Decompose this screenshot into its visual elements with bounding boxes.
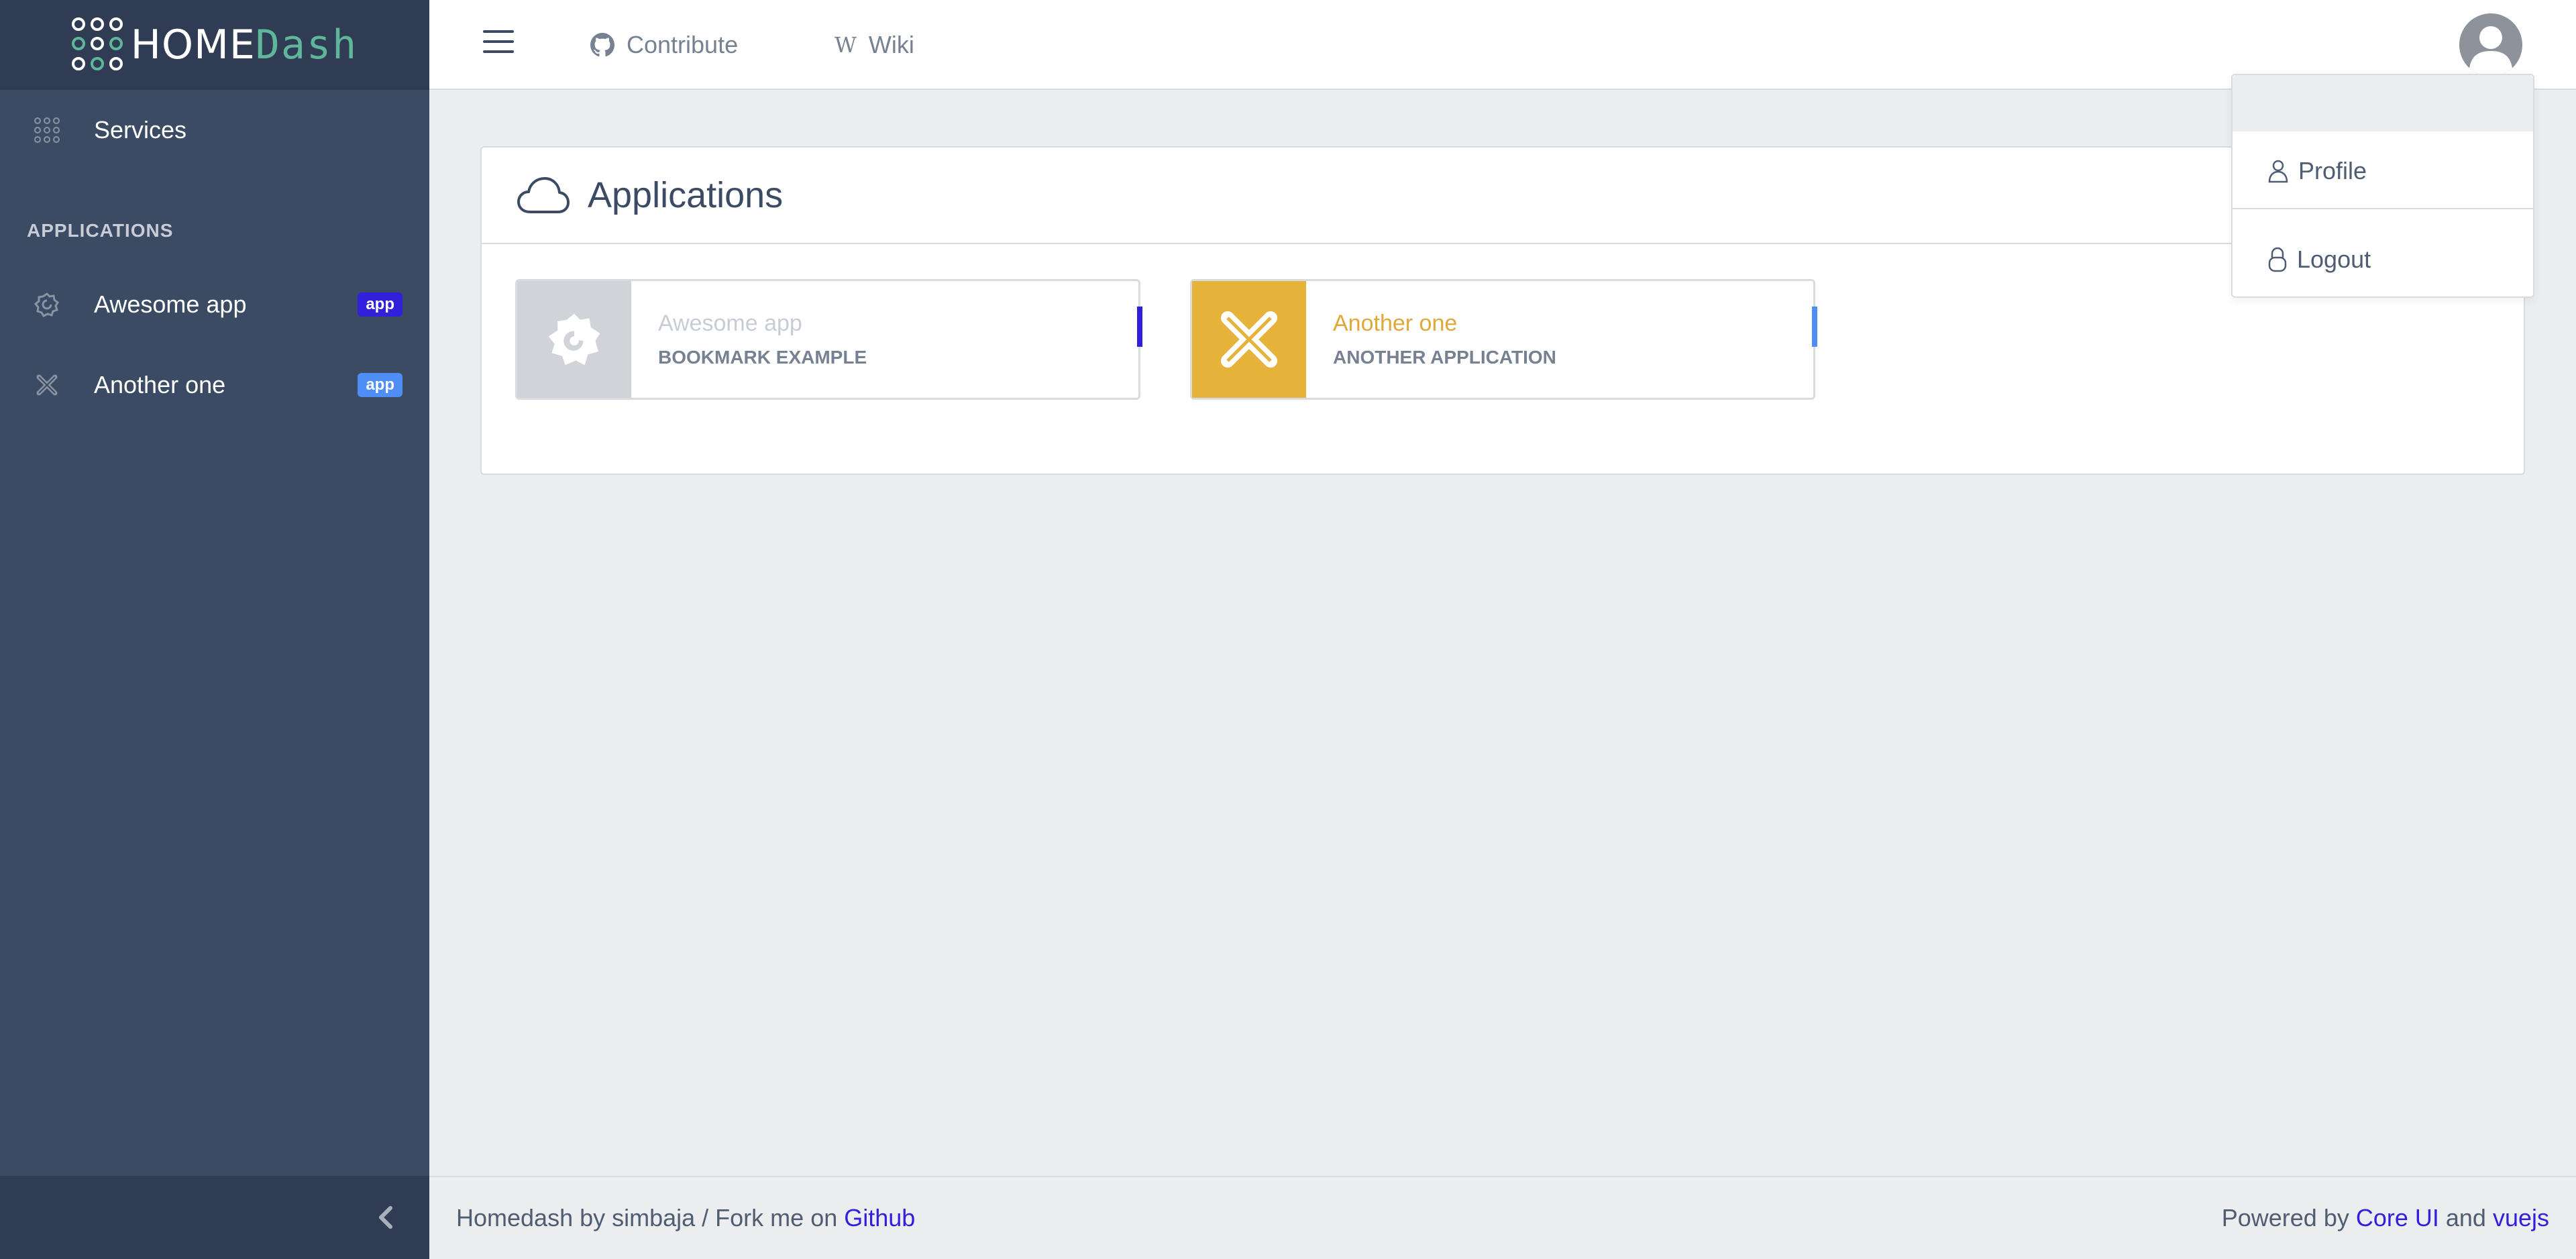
nav-contribute[interactable]: Contribute <box>590 0 738 90</box>
grafana-icon <box>548 313 600 366</box>
nav-wiki-label: Wiki <box>868 31 914 58</box>
app-status-marker <box>1812 307 1817 347</box>
dropdown-item-logout[interactable]: Logout <box>2233 223 2533 296</box>
app-badge: app <box>358 373 402 397</box>
nav-contribute-label: Contribute <box>627 31 739 58</box>
app-subtitle: ANOTHER APPLICATION <box>1333 347 1556 368</box>
dropdown-item-label: Logout <box>2297 245 2371 273</box>
footer-credit: Homedash by simbaja / Fork me on <box>456 1204 845 1231</box>
dropdown-divider <box>2233 208 2533 209</box>
dropdown-item-profile[interactable]: Profile <box>2233 134 2533 208</box>
brand-logo: HOME Dash <box>71 17 358 72</box>
sidebar-collapse-button[interactable] <box>369 1201 402 1234</box>
dropdown-item-label: Profile <box>2298 157 2367 184</box>
grafana-icon <box>34 292 59 317</box>
card-header: Applications <box>482 148 2524 244</box>
sidebar-item-awesome-app[interactable]: Awesome app app <box>0 271 429 338</box>
powered-by-text: Powered by <box>2221 1204 2356 1231</box>
vuejs-link[interactable]: vuejs <box>2493 1204 2549 1231</box>
sidebar: HOME Dash Services APPLICATIONS Awesome … <box>0 0 429 1259</box>
app-thumbnail <box>1192 281 1306 398</box>
sidebar-item-another-one[interactable]: Another one app <box>0 351 429 419</box>
brand[interactable]: HOME Dash <box>0 0 429 90</box>
footer-left: Homedash by simbaja / Fork me on Github <box>456 1204 915 1232</box>
footer-right: Powered by Core UI and vuejs <box>2222 1204 2549 1232</box>
brand-dots-icon <box>71 17 127 72</box>
app-subtitle: BOOKMARK EXAMPLE <box>658 347 867 368</box>
chevron-left-icon <box>379 1206 392 1229</box>
app-tile-awesome-app[interactable]: Awesome app BOOKMARK EXAMPLE <box>515 279 1142 400</box>
sidebar-item-services[interactable]: Services <box>0 97 429 164</box>
proxmox-icon <box>1221 311 1277 368</box>
user-dropdown-menu: Profile Logout <box>2231 74 2534 298</box>
app-status-marker <box>1137 307 1142 347</box>
app-name: Awesome app <box>658 311 802 336</box>
cloud-icon <box>517 177 570 213</box>
nav-wiki[interactable]: W Wiki <box>835 0 914 90</box>
app-badge: app <box>358 292 402 317</box>
github-icon <box>590 33 614 57</box>
sidebar-footer <box>0 1176 429 1259</box>
wikipedia-icon: W <box>835 32 857 58</box>
hamburger-icon[interactable] <box>483 30 514 57</box>
brand-home: HOME <box>130 21 256 68</box>
user-avatar-icon[interactable] <box>2459 13 2522 76</box>
grid-dots-icon <box>34 117 60 143</box>
card-title: Applications <box>588 175 784 215</box>
app-name: Another one <box>1333 311 1458 336</box>
sidebar-section-title: APPLICATIONS <box>27 220 174 241</box>
proxmox-icon <box>36 374 58 396</box>
sidebar-item-label: Another one <box>94 371 226 398</box>
github-link[interactable]: Github <box>844 1204 915 1231</box>
coreui-link[interactable]: Core UI <box>2356 1204 2439 1231</box>
lock-icon <box>2267 247 2288 272</box>
sidebar-item-label: Services <box>94 116 187 144</box>
applications-card: Applications Awesome app BOOKMARK EXAMPL… <box>480 146 2525 475</box>
and-text: and <box>2438 1204 2493 1231</box>
user-icon <box>2267 159 2289 183</box>
footer: Homedash by simbaja / Fork me on Github … <box>429 1176 2576 1259</box>
app-tile-another-one[interactable]: Another one ANOTHER APPLICATION <box>1190 279 1817 400</box>
app-thumbnail <box>517 281 631 398</box>
brand-dash: Dash <box>255 21 358 68</box>
dropdown-header <box>2233 75 2533 131</box>
sidebar-item-label: Awesome app <box>94 290 247 318</box>
